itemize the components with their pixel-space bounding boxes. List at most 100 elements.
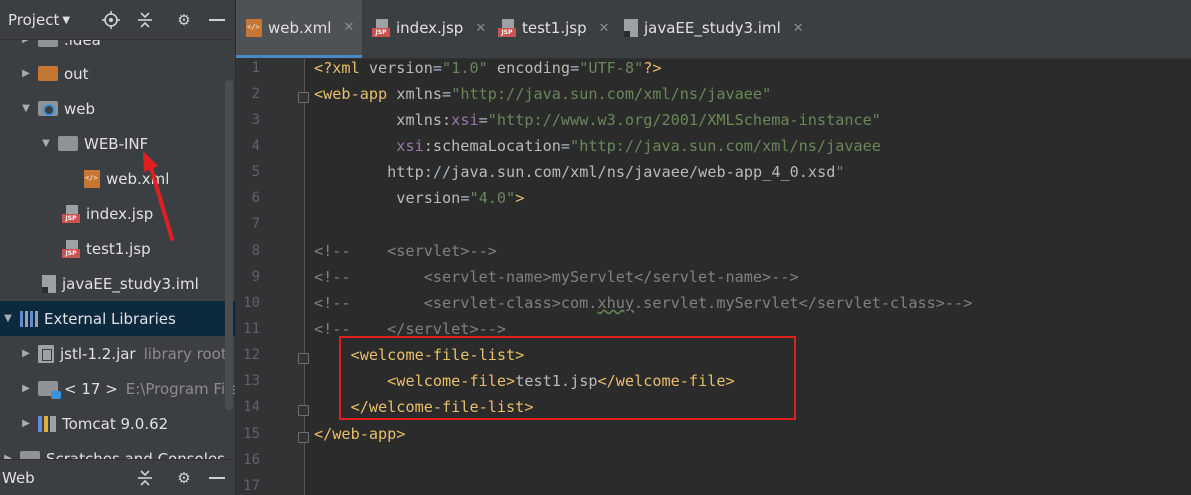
collapse-all-icon[interactable]: [134, 9, 156, 31]
code-line: xmlns:xsi="http://www.w3.org/2001/XMLSch…: [396, 111, 881, 129]
project-panel: ▶ .idea ▶ out ▼ web ▼ WEB-INF web.xml in…: [0, 0, 235, 495]
tab-label: web.xml: [268, 18, 332, 37]
tree-item-label: web: [64, 99, 96, 118]
tree-item-hint: E:\Program Files: [125, 379, 235, 398]
line-number: 14: [243, 399, 260, 415]
tree-item-label: javaEE_study3.iml: [62, 274, 199, 293]
jsp-file-icon: [372, 19, 390, 37]
gear-icon[interactable]: ⚙: [173, 467, 195, 489]
code-editor[interactable]: 1 2 3 4 5 6 7 8 9 10 11 12 13 14 15 16 1…: [236, 59, 1191, 495]
web-panel-header: Web ⚙: [0, 459, 235, 495]
gear-icon[interactable]: ⚙: [173, 9, 195, 31]
close-icon[interactable]: ✕: [793, 21, 804, 36]
tree-item-web[interactable]: ▼ web: [0, 91, 235, 126]
chevron-down-icon[interactable]: ▼: [2, 313, 14, 324]
tree-item-label: WEB-INF: [84, 134, 149, 153]
project-view-selector[interactable]: Project ▼: [8, 11, 70, 29]
folder-icon: [58, 136, 78, 151]
tab-index-jsp[interactable]: index.jsp ✕: [362, 0, 488, 56]
jdk-folder-icon: [38, 381, 61, 399]
tree-item-out[interactable]: ▶ out: [0, 56, 235, 91]
line-number: 3: [251, 112, 260, 128]
code-line: <web-app xmlns="http://java.sun.com/xml/…: [314, 85, 772, 103]
jsp-file-icon: [62, 204, 80, 223]
tree-item-web-inf[interactable]: ▼ WEB-INF: [0, 126, 235, 161]
tree-item-web-xml[interactable]: web.xml: [0, 161, 235, 196]
tab-label: javaEE_study3.iml: [644, 19, 781, 37]
tab-web-xml[interactable]: web.xml ✕: [236, 0, 362, 58]
chevron-right-icon[interactable]: ▶: [20, 68, 32, 79]
code-line: <!-- <servlet>-->: [314, 242, 497, 260]
chevron-right-icon[interactable]: ▶: [20, 418, 32, 429]
line-number-gutter[interactable]: 1 2 3 4 5 6 7 8 9 10 11 12 13 14 15 16 1…: [236, 59, 309, 495]
tab-test1-jsp[interactable]: test1.jsp ✕: [488, 0, 614, 56]
line-number: 10: [243, 295, 260, 311]
tree-item-index-jsp[interactable]: index.jsp: [0, 196, 235, 231]
line-number: 6: [251, 190, 260, 206]
tree-item-iml[interactable]: javaEE_study3.iml: [0, 266, 235, 301]
line-number: 12: [243, 347, 260, 363]
jar-icon: [38, 344, 54, 363]
collapse-all-icon[interactable]: [134, 467, 156, 489]
line-number: 1: [251, 60, 260, 76]
code-line: </web-app>: [314, 425, 406, 443]
chevron-right-icon[interactable]: ▶: [20, 348, 32, 359]
line-number: 2: [251, 86, 260, 102]
line-number: 4: [251, 138, 260, 154]
fold-marker-icon[interactable]: [298, 432, 309, 443]
tab-iml[interactable]: javaEE_study3.iml ✕: [614, 0, 814, 56]
line-number: 8: [251, 243, 260, 259]
panel-title: Project: [8, 11, 60, 29]
project-panel-header: Project ▼ ⚙: [0, 0, 235, 40]
code-line: <!-- <servlet-class>com.xhuy.servlet.myS…: [314, 294, 973, 312]
code-line: xsi:schemaLocation="http://java.sun.com/…: [396, 137, 881, 155]
line-number: 5: [251, 164, 260, 180]
line-number: 13: [243, 373, 260, 389]
locate-icon[interactable]: [100, 9, 122, 31]
tree-item-tomcat[interactable]: ▶ Tomcat 9.0.62: [0, 406, 235, 441]
code-line: <?xml version="1.0" encoding="UTF-8"?>: [314, 59, 662, 77]
tree-item-jdk[interactable]: ▶ < 17 > E:\Program Files: [0, 371, 235, 406]
tomcat-library-icon: [38, 415, 56, 432]
tree-item-test1-jsp[interactable]: test1.jsp: [0, 231, 235, 266]
tree-item-external-libraries[interactable]: ▼ External Libraries: [0, 301, 235, 336]
chevron-down-icon[interactable]: ▼: [20, 103, 32, 114]
tree-item-jstl[interactable]: ▶ jstl-1.2.jar library root: [0, 336, 235, 371]
fold-marker-icon[interactable]: [298, 92, 309, 103]
jsp-file-icon: [498, 19, 516, 37]
line-number: 15: [243, 426, 260, 442]
tree-item-hint: library root: [143, 344, 227, 363]
fold-marker-icon[interactable]: [298, 353, 309, 364]
xml-file-icon: [246, 18, 262, 37]
tree-item-label: index.jsp: [86, 204, 154, 223]
chevron-right-icon[interactable]: ▶: [20, 383, 32, 394]
line-number: 17: [243, 478, 260, 494]
line-number: 7: [251, 216, 260, 232]
line-number: 16: [243, 452, 260, 468]
minimize-icon[interactable]: [206, 9, 228, 31]
library-icon: [20, 310, 38, 327]
tree-item-label: test1.jsp: [86, 239, 151, 258]
chevron-down-icon[interactable]: ▼: [40, 138, 52, 149]
tab-label: test1.jsp: [522, 19, 587, 37]
sidebar-scrollbar[interactable]: [225, 80, 233, 410]
module-file-icon: [624, 19, 638, 37]
tree-item-label: Tomcat 9.0.62: [62, 414, 169, 433]
folder-icon: [38, 66, 58, 81]
close-icon[interactable]: ✕: [599, 21, 610, 36]
close-icon[interactable]: ✕: [343, 20, 354, 35]
chevron-down-icon: ▼: [62, 15, 71, 26]
tree-item-label: < 17 >: [64, 379, 118, 398]
close-icon[interactable]: ✕: [475, 21, 486, 36]
fold-marker-icon[interactable]: [298, 405, 309, 416]
minimize-icon[interactable]: [206, 467, 228, 489]
tree-item-label: jstl-1.2.jar: [60, 344, 136, 363]
panel-title: Web: [2, 469, 35, 487]
jsp-file-icon: [62, 239, 80, 258]
highlight-box: [339, 336, 796, 420]
line-number: 11: [243, 321, 260, 337]
code-line: <!-- <servlet-name>myServlet</servlet-na…: [314, 268, 799, 286]
tree-item-label: web.xml: [106, 169, 170, 188]
code-line: http://java.sun.com/xml/ns/javaee/web-ap…: [387, 163, 845, 181]
editor-tabs: web.xml ✕ index.jsp ✕ test1.jsp ✕ javaEE…: [236, 0, 1191, 59]
